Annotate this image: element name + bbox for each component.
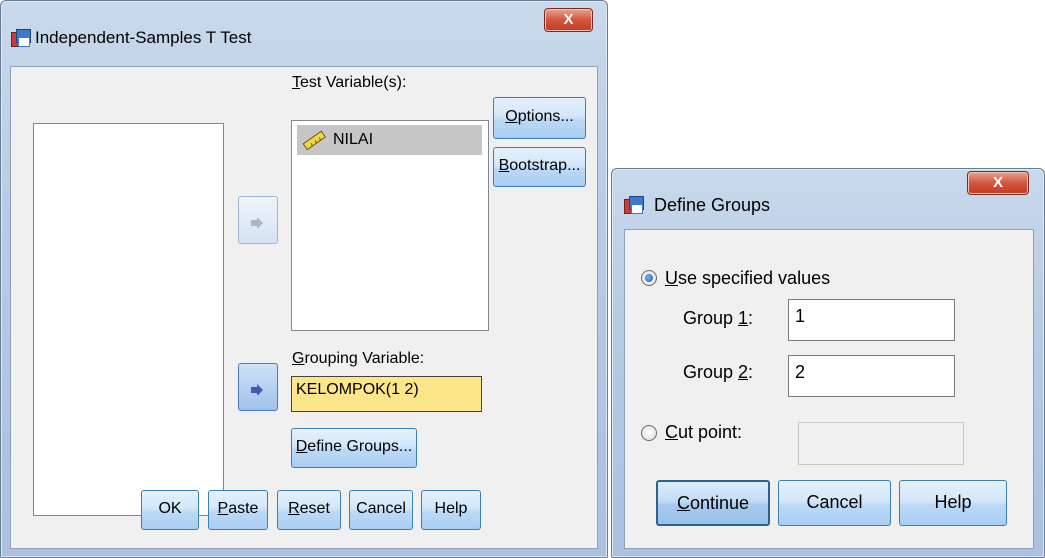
- define-groups-dialog: Define Groups X Use specified values Gro…: [611, 168, 1045, 558]
- cut-point-radio[interactable]: [641, 425, 657, 441]
- test-variables-list[interactable]: NILAI: [291, 120, 489, 331]
- ruler-icon: [302, 130, 327, 150]
- paste-button[interactable]: Paste: [208, 490, 268, 530]
- group1-input[interactable]: 1: [788, 299, 955, 341]
- cancel-button[interactable]: Cancel: [349, 490, 413, 530]
- ttest-client-area: Test Variable(s): NILAI Grouping Variabl…: [10, 66, 598, 549]
- ttest-titlebar[interactable]: Independent-Samples T Test: [1, 1, 607, 47]
- continue-button[interactable]: Continue: [656, 480, 770, 526]
- group2-input[interactable]: 2: [788, 355, 955, 397]
- arrow-right-icon: [251, 217, 263, 228]
- define-groups-button[interactable]: Define Groups...: [291, 428, 417, 468]
- cut-point-input[interactable]: [798, 422, 964, 465]
- group1-label: Group 1:: [683, 308, 754, 328]
- variable-name: NILAI: [333, 131, 374, 148]
- help-button[interactable]: Help: [899, 480, 1007, 526]
- use-specified-values-radio[interactable]: [641, 270, 657, 286]
- define-groups-close-button[interactable]: X: [967, 171, 1029, 195]
- grouping-variable-field[interactable]: KELOMPOK(1 2): [291, 376, 482, 412]
- move-to-test-variable-button[interactable]: [238, 196, 278, 244]
- grouping-variable-label: Grouping Variable:: [292, 350, 425, 367]
- group2-label: Group 2:: [683, 362, 754, 382]
- use-specified-values-label[interactable]: Use specified values: [665, 268, 830, 289]
- options-button[interactable]: Options...: [493, 97, 586, 139]
- cancel-button[interactable]: Cancel: [778, 480, 891, 526]
- arrow-right-icon: [251, 384, 263, 395]
- spss-app-icon: [624, 196, 644, 214]
- ttest-dialog: Independent-Samples T Test X Test Variab…: [0, 0, 608, 558]
- ok-button[interactable]: OK: [141, 490, 199, 530]
- cut-point-label[interactable]: Cut point:: [665, 422, 742, 443]
- ttest-close-button[interactable]: X: [544, 8, 593, 32]
- spss-app-icon: [11, 29, 31, 47]
- source-variable-list[interactable]: [33, 123, 224, 516]
- define-groups-client-area: Use specified values Group 1: 1 Group 2:…: [624, 229, 1034, 549]
- move-to-grouping-variable-button[interactable]: [238, 363, 278, 411]
- bootstrap-button[interactable]: Bootstrap...: [493, 147, 586, 187]
- list-item[interactable]: NILAI: [297, 125, 482, 155]
- test-variables-label: Test Variable(s):: [292, 74, 407, 91]
- help-button[interactable]: Help: [421, 490, 481, 530]
- ttest-title: Independent-Samples T Test: [35, 28, 252, 47]
- reset-button[interactable]: Reset: [277, 490, 341, 530]
- define-groups-title: Define Groups: [654, 195, 771, 215]
